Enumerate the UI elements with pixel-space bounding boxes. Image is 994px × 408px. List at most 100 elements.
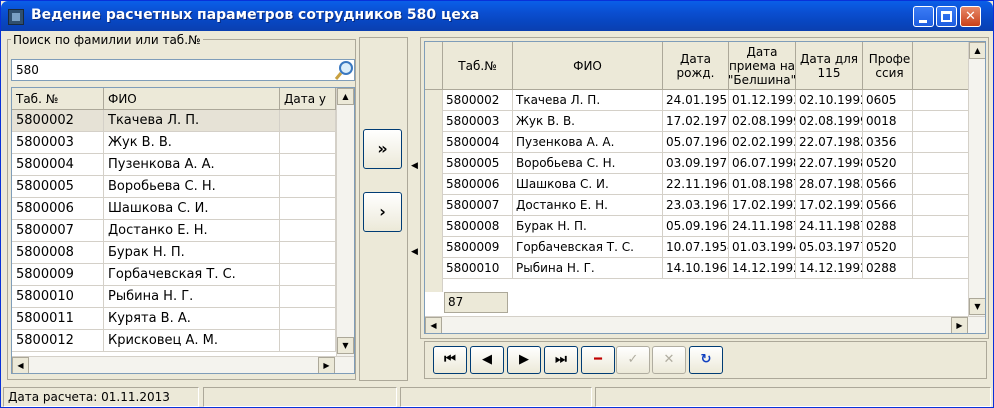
col-tab-no[interactable]: Таб.№ bbox=[443, 42, 513, 90]
table-row[interactable]: 5800008 Бурак Н. П. 05.09.1965 24.11.1987 24… bbox=[425, 216, 969, 237]
search-icon[interactable] bbox=[334, 59, 356, 81]
collapse-left-icon[interactable]: ◀ bbox=[411, 161, 418, 171]
table-cell: 23.03.1966 bbox=[663, 195, 729, 216]
table-cell: Пузенкова А. А. bbox=[104, 154, 280, 176]
table-cell: 5800003 bbox=[443, 111, 513, 132]
row-indicator[interactable] bbox=[425, 216, 443, 237]
scroll-right-icon[interactable]: ▶ bbox=[318, 357, 335, 373]
delete-record-button[interactable]: ━ bbox=[581, 346, 615, 374]
table-row[interactable]: 5800002 Ткачева Л. П. 24.01.1958 01.12.1993… bbox=[425, 90, 969, 111]
table-cell: 22.07.1998 bbox=[796, 153, 863, 174]
main-window: Ведение расчетных параметров сотрудников… bbox=[0, 0, 994, 408]
scroll-up-icon[interactable]: ▲ bbox=[969, 42, 985, 59]
close-icon: ✕ bbox=[965, 9, 976, 24]
row-indicator[interactable] bbox=[425, 237, 443, 258]
cancel-record-button[interactable]: ✕ bbox=[652, 346, 686, 374]
left-vertical-scrollbar[interactable]: ▲ ▼ bbox=[336, 88, 354, 356]
table-row[interactable]: 5800011 Курята В. А. bbox=[12, 308, 336, 330]
table-cell: Горбачевская Т. С. bbox=[513, 237, 663, 258]
table-cell: 0356 bbox=[863, 132, 913, 153]
post-record-button[interactable]: ✓ bbox=[616, 346, 650, 374]
scroll-down-icon[interactable]: ▼ bbox=[969, 298, 985, 315]
table-cell bbox=[280, 330, 336, 352]
table-cell: 5800002 bbox=[12, 110, 104, 132]
table-row[interactable]: 5800008 Бурак Н. П. bbox=[12, 242, 336, 264]
scroll-down-icon[interactable]: ▼ bbox=[337, 337, 354, 354]
row-indicator[interactable] bbox=[425, 258, 443, 279]
table-row[interactable]: 5800006 Шашкова С. И. bbox=[12, 198, 336, 220]
scroll-left-icon[interactable]: ◀ bbox=[12, 357, 29, 373]
table-cell: Шашкова С. И. bbox=[104, 198, 280, 220]
right-vertical-scrollbar[interactable]: ▲ ▼ bbox=[968, 42, 985, 316]
left-horizontal-scrollbar[interactable]: ◀ ▶ bbox=[12, 356, 354, 373]
last-record-button[interactable]: ⏭ bbox=[544, 346, 578, 374]
table-cell bbox=[280, 132, 336, 154]
table-row[interactable]: 5800006 Шашкова С. И. 22.11.1960 01.08.1987… bbox=[425, 174, 969, 195]
maximize-button[interactable] bbox=[936, 6, 957, 27]
table-cell: 5800004 bbox=[12, 154, 104, 176]
table-row[interactable]: 5800010 Рыбина Н. Г. bbox=[12, 286, 336, 308]
table-row[interactable]: 5800003 Жук В. В. 17.02.1975 02.08.1999 02.0… bbox=[425, 111, 969, 132]
table-row[interactable]: 5800007 Достанко Е. Н. bbox=[12, 220, 336, 242]
table-row[interactable]: 5800003 Жук В. В. bbox=[12, 132, 336, 154]
col-date-115[interactable]: Дата для 115 bbox=[796, 42, 863, 90]
col-fio[interactable]: ФИО bbox=[513, 42, 663, 90]
table-cell: Достанко Е. Н. bbox=[104, 220, 280, 242]
right-horizontal-scrollbar[interactable]: ◀ ▶ bbox=[425, 316, 985, 333]
col-tab-no[interactable]: Таб. № bbox=[12, 88, 104, 110]
splitter[interactable]: ◀ ◀ bbox=[410, 37, 418, 381]
collapse-left-icon[interactable]: ◀ bbox=[411, 247, 418, 257]
row-indicator[interactable] bbox=[425, 195, 443, 216]
scroll-up-icon[interactable]: ▲ bbox=[337, 88, 354, 105]
table-cell: 17.02.1975 bbox=[663, 111, 729, 132]
table-cell: 0566 bbox=[863, 174, 913, 195]
table-row[interactable]: 5800009 Горбачевская Т. С. bbox=[12, 264, 336, 286]
table-row[interactable]: 5800004 Пузенкова А. А. bbox=[12, 154, 336, 176]
first-record-button[interactable]: ⏮ bbox=[433, 346, 467, 374]
row-indicator[interactable] bbox=[425, 132, 443, 153]
table-row[interactable]: 5800004 Пузенкова А. А. 05.07.1962 02.02.19… bbox=[425, 132, 969, 153]
col-profession[interactable]: Профе ссия bbox=[863, 42, 913, 90]
table-row[interactable]: 5800005 Воробьева С. Н. 03.09.1978 06.07.19… bbox=[425, 153, 969, 174]
col-fio[interactable]: ФИО bbox=[104, 88, 280, 110]
minus-icon: ━ bbox=[594, 352, 602, 367]
table-row[interactable]: 5800012 Крисковец А. М. bbox=[12, 330, 336, 352]
table-cell: 17.02.1992 bbox=[796, 195, 863, 216]
table-cell: 5800005 bbox=[443, 153, 513, 174]
row-indicator[interactable] bbox=[425, 153, 443, 174]
add-selected-button[interactable]: › bbox=[363, 192, 402, 232]
col-date[interactable]: Дата у bbox=[280, 88, 336, 110]
col-hire-date[interactable]: Дата приема на "Белшина" bbox=[729, 42, 796, 90]
table-cell: 5800004 bbox=[443, 132, 513, 153]
minimize-button[interactable] bbox=[913, 6, 934, 27]
table-row[interactable]: 5800009 Горбачевская Т. С. 10.07.1954 01.03… bbox=[425, 237, 969, 258]
table-cell bbox=[280, 176, 336, 198]
col-birth-date[interactable]: Дата рожд. bbox=[663, 42, 729, 90]
prior-record-button[interactable]: ◀ bbox=[470, 346, 504, 374]
scroll-left-icon[interactable]: ◀ bbox=[425, 317, 442, 333]
next-record-button[interactable]: ▶ bbox=[507, 346, 541, 374]
add-all-button[interactable]: » bbox=[363, 129, 402, 169]
refresh-icon: ↻ bbox=[700, 352, 712, 367]
table-cell: 17.02.1992 bbox=[729, 195, 796, 216]
table-cell: Шашкова С. И. bbox=[513, 174, 663, 195]
row-indicator[interactable] bbox=[425, 111, 443, 132]
row-indicator[interactable] bbox=[425, 90, 443, 111]
employee-search-grid[interactable]: Таб. № ФИО Дата у 5800002 Ткачева Л. П. 58… bbox=[11, 87, 355, 374]
table-row[interactable]: 5800007 Достанко Е. Н. 23.03.1966 17.02.199… bbox=[425, 195, 969, 216]
table-row[interactable]: 5800005 Воробьева С. Н. bbox=[12, 176, 336, 198]
indicator-header bbox=[425, 42, 443, 90]
table-row[interactable]: 5800002 Ткачева Л. П. bbox=[12, 110, 336, 132]
check-icon: ✓ bbox=[627, 352, 639, 367]
refresh-button[interactable]: ↻ bbox=[689, 346, 723, 374]
table-cell: 5800006 bbox=[12, 198, 104, 220]
table-row[interactable]: 5800010 Рыбина Н. Г. 14.10.1966 14.12.1992 1… bbox=[425, 258, 969, 279]
employees-grid[interactable]: Таб.№ ФИО Дата рожд. Дата приема на "Бел… bbox=[424, 41, 986, 334]
close-button[interactable]: ✕ bbox=[960, 6, 981, 27]
scroll-right-icon[interactable]: ▶ bbox=[951, 317, 968, 333]
row-indicator[interactable] bbox=[425, 174, 443, 195]
title-bar[interactable]: Ведение расчетных параметров сотрудников… bbox=[1, 1, 993, 31]
search-input[interactable] bbox=[11, 59, 355, 81]
table-cell: 5800010 bbox=[12, 286, 104, 308]
table-cell: 14.12.1992 bbox=[796, 258, 863, 279]
